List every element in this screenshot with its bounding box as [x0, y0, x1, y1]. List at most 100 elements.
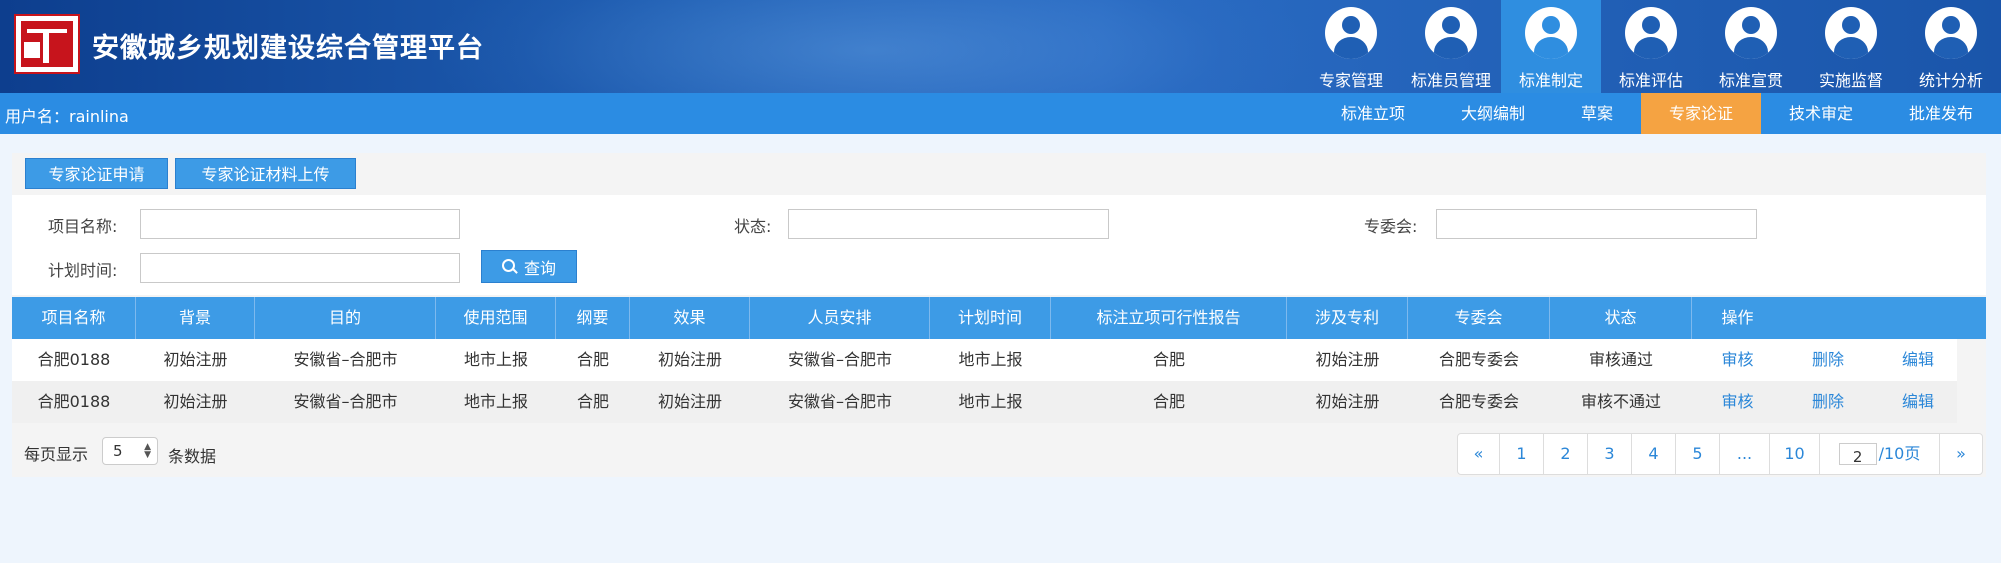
cell-effect: 初始注册	[657, 350, 722, 369]
prev-page-button[interactable]: «	[1458, 434, 1500, 474]
cell-plan-time: 地市上报	[958, 350, 1023, 369]
top-nav-standard-evaluation[interactable]: 标准评估	[1601, 0, 1701, 93]
top-header: 安徽城乡规划建设综合管理平台 专家管理 标准员管理 标准制定 标准评估 标准宣贯…	[0, 0, 2001, 93]
cell-report: 合肥	[1152, 392, 1185, 411]
project-name-label: 项目名称:	[48, 217, 118, 236]
delete-link[interactable]: 删除	[1783, 339, 1873, 381]
top-nav: 专家管理 标准员管理 标准制定 标准评估 标准宣贯 实施监督 统计分析	[1301, 0, 2001, 93]
delete-link[interactable]: 删除	[1783, 381, 1873, 423]
edit-link[interactable]: 编辑	[1873, 381, 1963, 423]
query-button[interactable]: 查询	[481, 250, 577, 283]
cell-status: 审核通过	[1588, 350, 1653, 369]
col-header: 计划时间	[930, 297, 1051, 339]
user-icon	[1525, 7, 1577, 59]
review-link[interactable]: 审核	[1692, 339, 1783, 381]
col-header: 标注立项可行性报告	[1051, 297, 1287, 339]
user-icon	[1325, 7, 1377, 59]
top-nav-label: 专家管理	[1318, 71, 1383, 90]
top-nav-label: 统计分析	[1918, 71, 1983, 90]
col-header: 涉及专利	[1287, 297, 1408, 339]
col-header: 操作	[1721, 308, 1754, 327]
page-ellipsis: ...	[1720, 434, 1770, 474]
col-header: 人员安排	[750, 297, 930, 339]
expert-review-apply-button[interactable]: 专家论证申请	[25, 158, 168, 189]
cell-background: 初始注册	[163, 350, 228, 369]
top-nav-label: 标准制定	[1518, 71, 1583, 90]
sub-bar: 用户名：rainlina 标准立项 大纲编制 草案 专家论证 技术审定 批准发布	[0, 93, 2001, 134]
cell-purpose: 安徽省–合肥市	[293, 350, 398, 369]
tab-outline-drafting[interactable]: 大纲编制	[1433, 93, 1553, 134]
cell-scope: 地市上报	[463, 392, 528, 411]
cell-project-name: 合肥0188	[37, 392, 111, 411]
cell-staff: 安徽省–合肥市	[787, 350, 892, 369]
cell-committee: 合肥专委会	[1438, 350, 1519, 369]
top-nav-statistics[interactable]: 统计分析	[1901, 0, 2001, 93]
page-button[interactable]: 2	[1544, 434, 1588, 474]
page-button[interactable]: 4	[1632, 434, 1676, 474]
committee-input[interactable]	[1436, 209, 1757, 239]
col-header: 使用范围	[436, 297, 556, 339]
committee-label: 专委会:	[1364, 217, 1418, 236]
tab-technical-review[interactable]: 技术审定	[1761, 93, 1881, 134]
cell-committee: 合肥专委会	[1438, 392, 1519, 411]
top-nav-standard-promotion[interactable]: 标准宣贯	[1701, 0, 1801, 93]
col-header: 效果	[630, 297, 750, 339]
cell-report: 合肥	[1152, 350, 1185, 369]
tab-expert-review[interactable]: 专家论证	[1641, 93, 1761, 134]
per-page-select[interactable]: 5 ▲ ▼	[102, 437, 158, 465]
query-button-label: 查询	[523, 258, 556, 278]
cell-plan-time: 地市上报	[958, 392, 1023, 411]
app-logo	[14, 14, 80, 74]
header-decoration	[420, 0, 1320, 93]
cell-project-name: 合肥0188	[37, 350, 111, 369]
search-icon	[501, 258, 518, 275]
cell-outline: 合肥	[576, 350, 609, 369]
cell-scope: 地市上报	[463, 350, 528, 369]
col-header: 项目名称	[12, 297, 136, 339]
status-label: 状态:	[734, 217, 772, 236]
table-row: 合肥0188 初始注册 安徽省–合肥市 地市上报 合肥 初始注册 安徽省–合肥市…	[12, 381, 1957, 423]
top-nav-expert-management[interactable]: 专家管理	[1301, 0, 1401, 93]
pagination: « 1 2 3 4 5 ... 10 2 /10页 »	[1457, 433, 1983, 475]
next-page-button[interactable]: »	[1940, 434, 1982, 474]
project-name-input[interactable]	[140, 209, 460, 239]
top-nav-label: 标准宣贯	[1718, 71, 1783, 90]
plan-time-input[interactable]	[140, 253, 460, 283]
tab-project-approval[interactable]: 标准立项	[1313, 93, 1433, 134]
tab-draft[interactable]: 草案	[1553, 93, 1641, 134]
expert-material-upload-button[interactable]: 专家论证材料上传	[175, 158, 356, 189]
select-arrows-icon: ▲ ▼	[144, 442, 151, 460]
top-nav-implementation-supervision[interactable]: 实施监督	[1801, 0, 1901, 93]
review-link[interactable]: 审核	[1692, 381, 1783, 423]
per-page-value: 5	[113, 442, 123, 460]
cell-effect: 初始注册	[657, 392, 722, 411]
last-page-button[interactable]: 10	[1770, 434, 1820, 474]
cell-status: 审核不通过	[1580, 392, 1661, 411]
page-jump-input[interactable]: 2	[1838, 443, 1877, 466]
app-title: 安徽城乡规划建设综合管理平台	[92, 33, 484, 64]
status-input[interactable]	[788, 209, 1109, 239]
cell-background: 初始注册	[163, 392, 228, 411]
col-header: 目的	[255, 297, 436, 339]
col-header: 纲要	[556, 297, 630, 339]
table-header: 项目名称 背景 目的 使用范围 纲要 效果 人员安排 计划时间 标注立项可行性报…	[12, 297, 1986, 339]
col-header: 专委会	[1408, 297, 1550, 339]
top-nav-standard-formulation[interactable]: 标准制定	[1501, 0, 1601, 93]
cell-purpose: 安徽省–合肥市	[293, 392, 398, 411]
page-button[interactable]: 5	[1676, 434, 1720, 474]
page-button[interactable]: 1	[1500, 434, 1544, 474]
page-button[interactable]: 3	[1588, 434, 1632, 474]
username-label: 用户名：rainlina	[5, 107, 129, 126]
user-icon	[1825, 7, 1877, 59]
plan-time-label: 计划时间:	[48, 261, 118, 280]
per-page-suffix: 条数据	[168, 447, 217, 466]
user-icon	[1625, 7, 1677, 59]
user-icon	[1725, 7, 1777, 59]
cell-staff: 安徽省–合肥市	[787, 392, 892, 411]
top-nav-label: 标准员管理	[1410, 71, 1491, 90]
top-nav-label: 标准评估	[1618, 71, 1683, 90]
top-nav-standard-staff-management[interactable]: 标准员管理	[1401, 0, 1501, 93]
edit-link[interactable]: 编辑	[1873, 339, 1963, 381]
tab-approval-release[interactable]: 批准发布	[1881, 93, 2001, 134]
cell-outline: 合肥	[576, 392, 609, 411]
